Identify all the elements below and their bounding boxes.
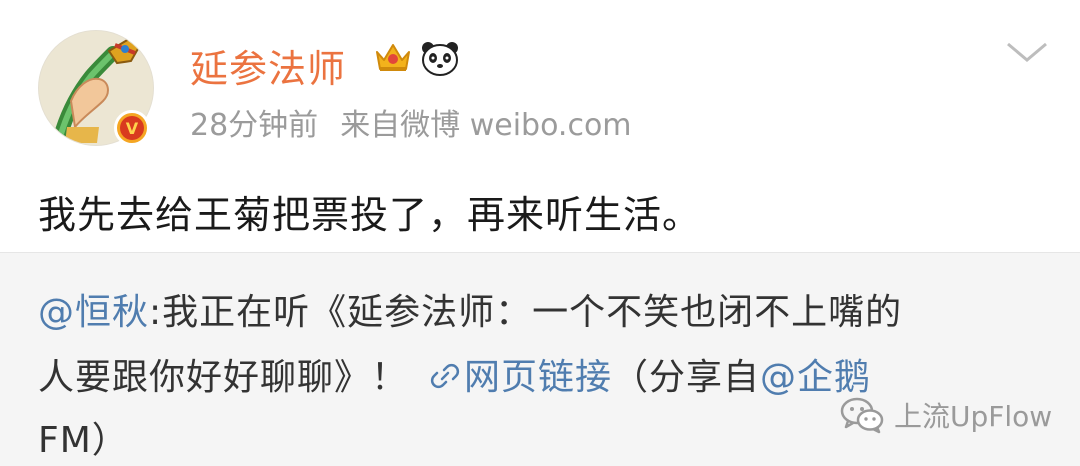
link-icon — [430, 363, 460, 389]
repost-mention[interactable]: @恒秋 — [38, 292, 149, 333]
repost-line-3: FM） — [38, 411, 129, 463]
repost-text-1: :我正在听《延参法师：一个不笑也闭不上嘴的 — [149, 292, 903, 333]
repost-text-2: 人要跟你好好聊聊》！ — [38, 357, 409, 398]
share-prefix: （分享自 — [612, 357, 761, 398]
chevron-down-icon[interactable] — [1004, 38, 1050, 66]
web-link[interactable]: 网页链接 — [430, 357, 612, 398]
post-source[interactable]: 来自微博 weibo.com — [340, 108, 631, 143]
post-timestamp: 28分钟前 — [190, 108, 319, 143]
post-meta: 28分钟前 来自微博 weibo.com — [190, 100, 632, 144]
watermark: 上流UpFlow — [840, 395, 1052, 435]
wechat-icon — [840, 397, 884, 434]
crown-icon — [376, 44, 410, 71]
watermark-text: 上流UpFlow — [894, 400, 1053, 433]
share-mention[interactable]: @企鹅 — [760, 357, 871, 398]
repost-line-1: @恒秋:我正在听《延参法师：一个不笑也闭不上嘴的 — [38, 283, 902, 335]
share-suffix: FM） — [38, 420, 129, 461]
verified-badge: V — [114, 110, 150, 146]
panda-icon — [422, 42, 458, 76]
verified-badge-letter: V — [120, 116, 144, 140]
web-link-label: 网页链接 — [464, 357, 613, 398]
weibo-post: V 延参法师 28分钟前 来自微博 weibo.com 我先去给王菊把票投了，再来… — [0, 0, 1080, 252]
post-content: 我先去给王菊把票投了，再来听生活。 — [38, 193, 702, 237]
repost-line-2: 人要跟你好好聊聊》！ 网页链接（分享自@企鹅 — [38, 348, 871, 400]
username[interactable]: 延参法师 — [190, 38, 346, 93]
